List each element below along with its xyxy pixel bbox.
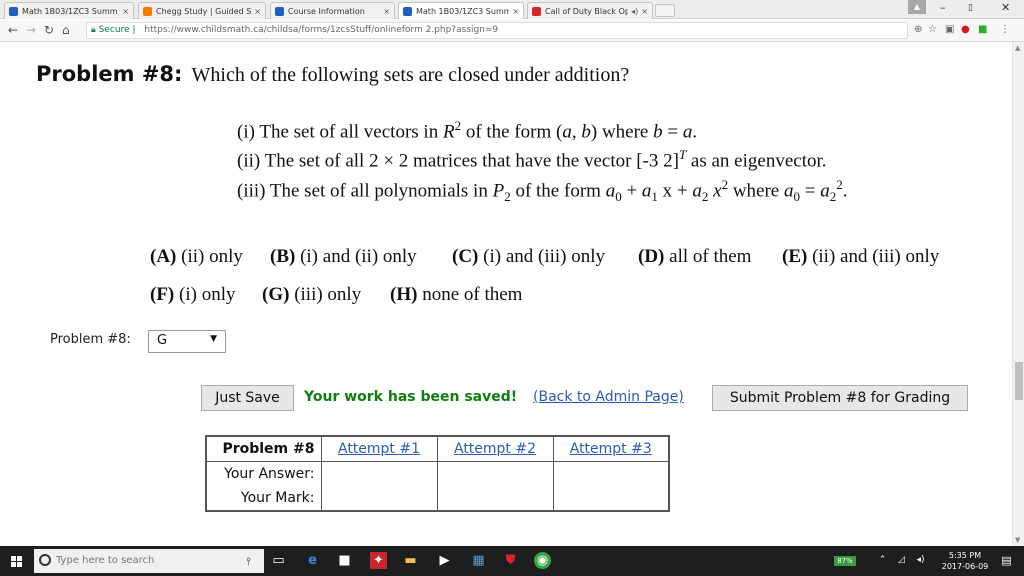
home-icon[interactable]: ⌂	[62, 23, 70, 37]
table-header-problem: Problem #8	[206, 436, 322, 462]
tab-math-1[interactable]: Math 1B03/1ZC3 Summ ×	[4, 2, 134, 19]
dropdown-arrow-icon: ▼	[210, 334, 217, 344]
tab-close-icon[interactable]: ×	[641, 7, 648, 16]
secure-label: Secure	[98, 25, 130, 35]
file-explorer-icon[interactable]: ▬	[402, 552, 419, 569]
taskbar-search-input[interactable]: Type here to search	[34, 549, 264, 573]
tab-strip: Math 1B03/1ZC3 Summ × Chegg Study | Guid…	[0, 0, 1024, 19]
clock[interactable]: 5:35 PM 2017-06-09	[938, 550, 992, 572]
choice-e: (E) (ii) and (iii) only	[782, 246, 940, 267]
taskbar: Type here to search ⫯ ▭ e ■ ✦ ▬ ▶ ▦ ⛊ ◉ …	[0, 546, 1024, 576]
tab-favicon-icon	[532, 6, 541, 16]
choice-b: (B) (i) and (ii) only	[270, 246, 417, 267]
attempts-table: Problem #8 Attempt #1 Attempt #2 Attempt…	[205, 435, 670, 512]
scroll-up-icon[interactable]: ▲	[1015, 44, 1020, 52]
extension-green-icon[interactable]: ■	[978, 24, 987, 35]
chrome-icon[interactable]: ◉	[534, 552, 551, 569]
table-row: Your Mark:	[206, 486, 670, 511]
extension-icon[interactable]: ▣	[945, 24, 954, 35]
store-icon[interactable]: ■	[336, 552, 353, 569]
bookmark-star-icon[interactable]: ☆	[928, 24, 937, 35]
submit-for-grading-button[interactable]: Submit Problem #8 for Grading	[712, 385, 968, 411]
choice-f: (F) (i) only	[150, 284, 236, 305]
date-text: 2017-06-09	[941, 562, 989, 571]
close-window-icon[interactable]: ✕	[1001, 1, 1010, 14]
tab-close-icon[interactable]: ×	[383, 7, 390, 16]
menu-icon[interactable]: ⋮	[1000, 24, 1010, 35]
scroll-down-icon[interactable]: ▼	[1015, 536, 1020, 544]
back-to-admin-link[interactable]: (Back to Admin Page)	[533, 389, 684, 405]
shield-icon[interactable]: ⛊	[502, 552, 519, 569]
media-player-icon[interactable]: ▶	[436, 552, 453, 569]
notifications-icon[interactable]: ▤	[998, 552, 1015, 569]
table-row: Your Answer:	[206, 461, 670, 486]
attempt-3-link[interactable]: Attempt #3	[553, 436, 670, 462]
forward-icon[interactable]: →	[26, 23, 36, 37]
just-save-button[interactable]: Just Save	[201, 385, 294, 411]
calendar-icon[interactable]: ▦	[470, 552, 487, 569]
app-red-icon[interactable]: ✦	[370, 552, 387, 569]
minimize-icon[interactable]: –	[940, 1, 946, 14]
lock-icon: 🔒︎	[91, 25, 96, 35]
browser-window: Math 1B03/1ZC3 Summ × Chegg Study | Guid…	[0, 0, 1024, 576]
table-header-row: Problem #8 Attempt #1 Attempt #2 Attempt…	[206, 436, 670, 462]
tab-close-icon[interactable]: ×	[512, 7, 519, 16]
question-text: Which of the following sets are closed u…	[191, 64, 630, 86]
volume-icon[interactable]: ◂)	[912, 552, 929, 569]
tab-favicon-icon	[403, 6, 412, 16]
your-mark-label: Your Mark:	[206, 486, 322, 511]
restore-icon[interactable]: ▯	[968, 3, 973, 13]
tray-chevron-icon[interactable]: ⌃	[874, 552, 891, 569]
tab-chegg[interactable]: Chegg Study | Guided S ×	[138, 2, 266, 19]
tab-call-of-duty[interactable]: Call of Duty Black Op ◂) ×	[527, 2, 653, 19]
speaker-icon: ◂)	[631, 6, 639, 16]
reload-icon[interactable]: ↻	[44, 23, 54, 37]
address-bar[interactable]: 🔒︎ Secure | https://www.childsmath.ca/ch…	[86, 22, 908, 39]
page-content: Problem #8: Which of the following sets …	[0, 42, 1012, 546]
choice-c: (C) (i) and (iii) only	[452, 246, 606, 267]
tab-favicon-icon	[275, 6, 284, 16]
opera-icon[interactable]: ●	[961, 24, 970, 35]
tab-favicon-icon	[9, 6, 18, 16]
selected-value: G	[157, 333, 168, 348]
statement-i: (i) The set of all vectors in R2 of the …	[237, 118, 698, 143]
scroll-thumb[interactable]	[1015, 362, 1023, 400]
new-tab-button[interactable]	[655, 4, 675, 17]
attempt-2-link[interactable]: Attempt #2	[437, 436, 554, 462]
tab-close-icon[interactable]: ×	[254, 7, 261, 16]
time-text: 5:35 PM	[948, 551, 982, 560]
statement-iii: (iii) The set of all polynomials in P2 o…	[237, 177, 848, 205]
tab-course-information[interactable]: Course Information ×	[270, 2, 395, 19]
profile-icon[interactable]: ▲	[908, 0, 926, 14]
tab-favicon-icon	[143, 6, 152, 16]
choice-h: (H) none of them	[390, 284, 523, 305]
browser-toolbar: ← → ↻ ⌂ 🔒︎ Secure | https://www.childsma…	[0, 20, 1024, 42]
microphone-icon[interactable]: ⫯	[240, 553, 257, 570]
tab-close-icon[interactable]: ×	[122, 7, 129, 16]
windows-start-icon[interactable]	[11, 556, 23, 568]
edge-icon[interactable]: e	[304, 552, 321, 569]
problem-heading: Problem #8: Which of the following sets …	[36, 62, 629, 87]
battery-indicator[interactable]: 87%	[834, 556, 856, 566]
page-title: Problem #8:	[36, 62, 183, 86]
your-answer-label: Your Answer:	[206, 461, 322, 486]
choice-a: (A) (ii) only	[150, 246, 243, 267]
answer-label: Problem #8:	[50, 332, 131, 347]
cortana-icon	[39, 554, 51, 566]
answer-select[interactable]: G ▼	[148, 330, 226, 353]
url-text: https://www.childsmath.ca/childsa/forms/…	[144, 25, 499, 35]
choice-g: (G) (iii) only	[262, 284, 362, 305]
choice-d: (D) all of them	[638, 246, 752, 267]
back-icon[interactable]: ←	[8, 23, 18, 37]
task-view-icon[interactable]: ▭	[270, 552, 287, 569]
saved-message: Your work has been saved!	[304, 389, 518, 405]
statement-ii: (ii) The set of all 2 × 2 matrices that …	[237, 147, 827, 172]
network-icon[interactable]: ◿	[893, 552, 910, 569]
zoom-icon[interactable]: ⊕	[914, 24, 922, 35]
vertical-scrollbar[interactable]: ▲ ▼	[1012, 42, 1024, 546]
attempt-1-link[interactable]: Attempt #1	[321, 436, 438, 462]
tab-math-active[interactable]: Math 1B03/1ZC3 Summ ×	[398, 2, 524, 19]
